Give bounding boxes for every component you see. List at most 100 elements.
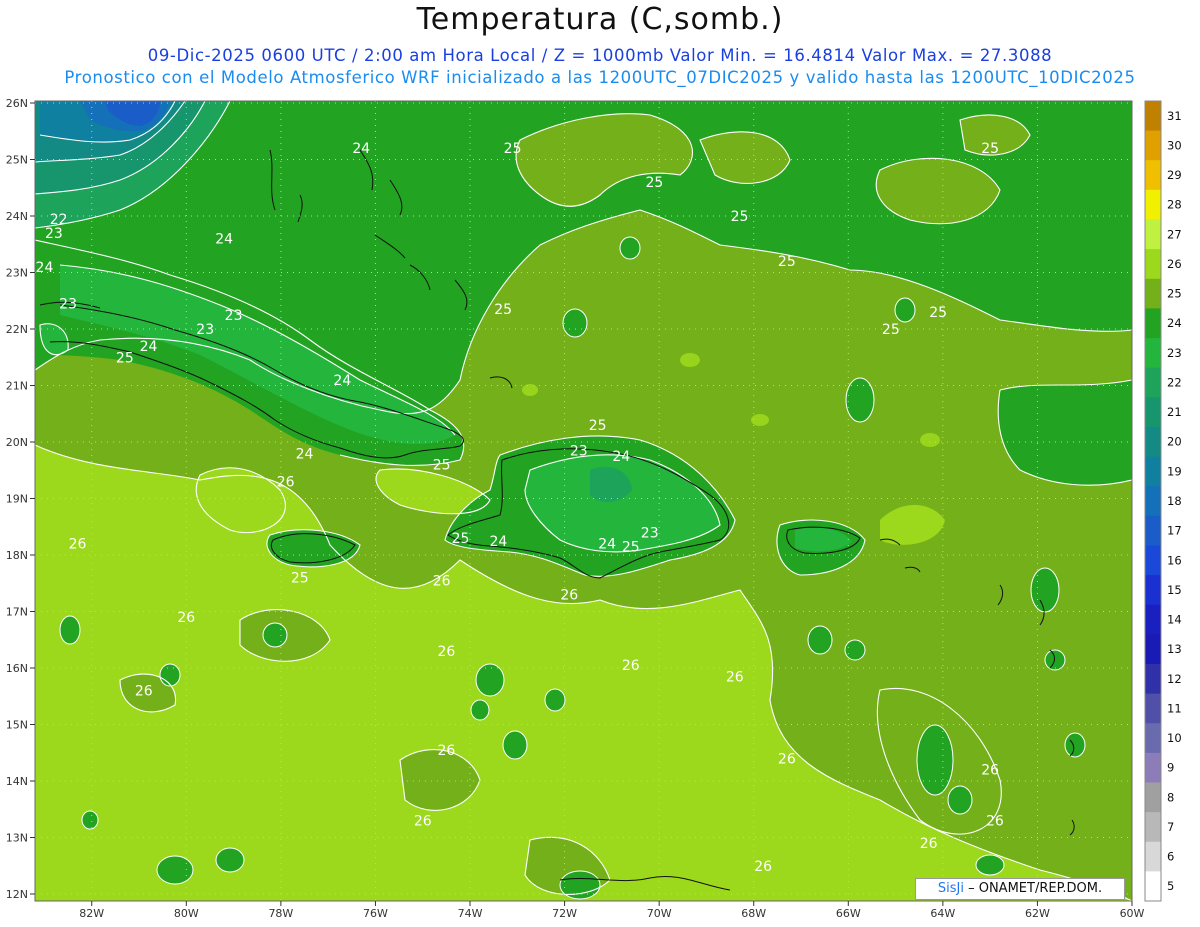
colorbar-swatch: [1145, 634, 1161, 665]
latitude-axis: 26N 25N 24N 23N 22N 21N 20N 19N 18N 17N 16N 15N 14N 1…: [6, 97, 35, 901]
lon-label: 78W: [268, 907, 293, 920]
colorbar-label: 18: [1167, 494, 1182, 508]
contour-label: 26: [920, 836, 938, 852]
credit-box: SisJi – ONAMET/REP.DOM.: [915, 878, 1125, 900]
lat-label: 19N: [6, 493, 28, 506]
contour-label: 24: [140, 339, 158, 355]
contour-label: 24: [36, 260, 54, 276]
colorbar: 31 30 29 28 27 26 25 24 23 22 21 20 19 18 17 16 15 14 13 12…: [1144, 100, 1182, 902]
contour-label: 23: [45, 226, 63, 242]
colorbar-swatch: [1145, 782, 1161, 813]
lon-label: 76W: [363, 907, 388, 920]
lat-label: 26N: [6, 97, 28, 110]
colorbar-label: 28: [1167, 198, 1182, 212]
colorbar-swatch: [1145, 841, 1161, 872]
colorbar-swatch: [1145, 367, 1161, 398]
colorbar-label: 31: [1167, 109, 1182, 123]
lon-label: 60W: [1120, 907, 1145, 920]
contour-label: 25: [452, 531, 470, 547]
colorbar-label: 20: [1167, 435, 1182, 449]
contour-label: 25: [433, 458, 451, 474]
temperature-map: 24 25 25 25 25 25 25 25 25 22 23 24 24 23 23 23 24 25 24 24…: [6, 97, 1182, 920]
colorbar-label: 25: [1167, 287, 1182, 301]
map-title: Temperatura (C,somb.): [416, 2, 784, 37]
lon-label: 62W: [1025, 907, 1050, 920]
longitude-axis: 82W 80W 78W 76W 74W 72W 70W 68W 66W 64W 62W 60W: [79, 901, 1145, 920]
colorbar-label: 22: [1167, 375, 1182, 389]
colorbar-swatch: [1145, 575, 1161, 606]
colorbar-swatch: [1145, 160, 1161, 191]
colorbar-swatch: [1145, 752, 1161, 783]
contour-label: 24: [215, 232, 233, 248]
colorbar-swatch: [1145, 456, 1161, 487]
contour-label: 26: [986, 814, 1004, 830]
contour-label: 25: [731, 209, 749, 225]
contour-label: 26: [177, 610, 195, 626]
credit-text: – ONAMET/REP.DOM.: [968, 881, 1103, 896]
subtitle-model-run: Pronostico con el Modelo Atmosferico WRF…: [64, 68, 1136, 87]
colorbar-label: 29: [1167, 168, 1182, 182]
colorbar-label: 15: [1167, 583, 1182, 597]
contour-label: 26: [437, 743, 455, 759]
colorbar-swatch: [1145, 278, 1161, 309]
colorbar-swatch: [1145, 426, 1161, 458]
colorbar-label: 7: [1167, 820, 1174, 834]
lat-label: 16N: [6, 662, 28, 675]
lon-label: 74W: [458, 907, 483, 920]
sisji-logo: SisJi: [937, 881, 964, 896]
colorbar-swatch: [1145, 130, 1161, 161]
colorbar-swatch: [1145, 219, 1161, 250]
lon-label: 70W: [647, 907, 672, 920]
contour-label: 26: [622, 658, 640, 674]
lat-label: 20N: [6, 436, 28, 449]
colorbar-swatch: [1145, 308, 1161, 339]
colorbar-label: 19: [1167, 464, 1182, 478]
colorbar-label: 10: [1167, 731, 1182, 745]
contour-label: 26: [277, 475, 295, 491]
lon-label: 82W: [79, 907, 104, 920]
colorbar-swatch: [1145, 249, 1161, 280]
contour-label: 25: [929, 305, 947, 321]
contour-label: 26: [135, 684, 153, 700]
contour-label: 24: [489, 534, 507, 550]
contour-label: 26: [560, 588, 578, 604]
colorbar-swatch: [1145, 545, 1161, 576]
lon-label: 80W: [174, 907, 199, 920]
lon-label: 72W: [552, 907, 577, 920]
contour-label: 26: [726, 669, 744, 685]
contour-label: 25: [589, 418, 607, 434]
contour-label: 26: [433, 573, 451, 589]
contour-label: 24: [352, 141, 370, 157]
colorbar-label: 16: [1167, 553, 1182, 567]
contour-label: 25: [622, 540, 640, 556]
colorbar-label: 17: [1167, 524, 1182, 538]
contour-label: 26: [414, 814, 432, 830]
lat-label: 21N: [6, 380, 28, 393]
contour-label: 23: [196, 322, 214, 338]
lat-label: 23N: [6, 267, 28, 280]
colorbar-label: 24: [1167, 316, 1182, 330]
contour-label: 26: [754, 859, 772, 875]
lat-label: 25N: [6, 154, 28, 167]
colorbar-swatch: [1145, 812, 1161, 843]
colorbar-label: 14: [1167, 613, 1182, 627]
lat-label: 15N: [6, 719, 28, 732]
colorbar-label: 12: [1167, 672, 1182, 686]
colorbar-label: 23: [1167, 346, 1182, 360]
contour-label: 25: [882, 322, 900, 338]
colorbar-swatch: [1145, 871, 1161, 902]
lat-label: 24N: [6, 210, 28, 223]
lon-label: 64W: [930, 907, 955, 920]
contour-label: 24: [598, 537, 616, 553]
contour-label: 24: [296, 446, 314, 462]
colorbar-label: 5: [1167, 879, 1174, 893]
colorbar-swatch: [1145, 693, 1161, 724]
contour-label: 26: [69, 537, 87, 553]
colorbar-label: 30: [1167, 138, 1182, 152]
lon-label: 66W: [836, 907, 861, 920]
colorbar-label: 8: [1167, 790, 1174, 804]
lat-label: 13N: [6, 832, 28, 845]
contour-label: 26: [437, 644, 455, 660]
lat-label: 12N: [6, 888, 28, 901]
colorbar-label: 6: [1167, 850, 1174, 864]
